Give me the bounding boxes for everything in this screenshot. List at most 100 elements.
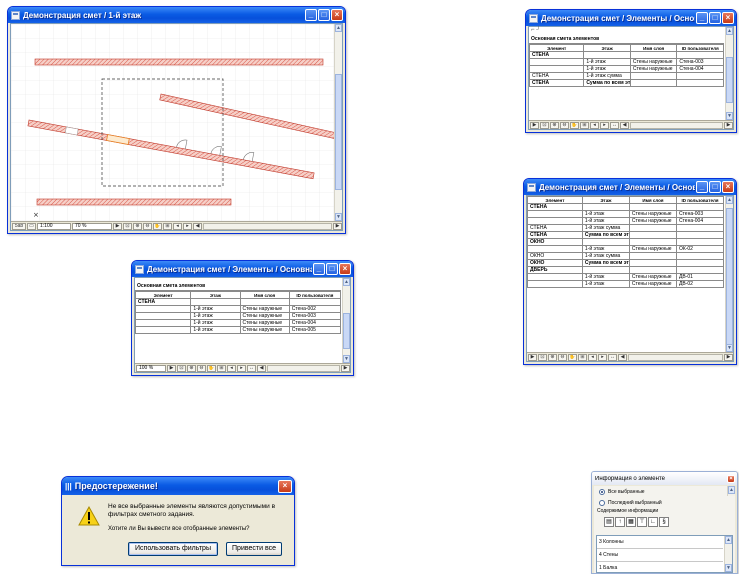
scroll-thumb[interactable] [335, 74, 342, 190]
floor-plan-drawing[interactable]: × [11, 24, 335, 223]
schedule-middle-content[interactable]: Основная смета элементов Элемент Этаж Имя … [134, 277, 351, 373]
pan-hand-icon[interactable]: ✋ [570, 121, 579, 129]
fit-window-icon[interactable]: ⊞ [578, 353, 587, 361]
fit-width-icon[interactable]: ↔ [608, 353, 617, 361]
horizontal-scrollbar[interactable] [630, 121, 723, 129]
zoom-region-icon[interactable]: ⊡ [177, 364, 186, 372]
schedule-top-content[interactable]: ⌐ ┘ Основная смета элементов Элемент Этаж… [528, 26, 734, 130]
show-all-button[interactable]: Привести все [226, 542, 282, 556]
zoom-in-icon[interactable]: ⊕ [550, 121, 559, 129]
fit-width-icon[interactable]: ↔ [610, 121, 619, 129]
radio-button-on[interactable] [599, 488, 605, 495]
table-row[interactable]: 1-й этаж Стены наружные Стена-002 [134, 305, 342, 313]
minimize-button[interactable]: _ [696, 12, 708, 24]
schedule-middle-vertical-scrollbar[interactable]: ▲ ▼ [342, 278, 350, 363]
element-list-scrollbar[interactable]: ▲ ▼ [724, 536, 732, 572]
warning-dialog-titlebar[interactable]: ||| Предостережение! × [62, 477, 294, 495]
angle-info-icon[interactable]: ∟ [648, 517, 658, 527]
scroll-right-arrow[interactable]: ▶ [724, 353, 733, 361]
zoom-out-icon[interactable]: ⊖ [560, 121, 569, 129]
play-icon[interactable]: ▶ [113, 222, 122, 230]
schedule-window-middle-titlebar[interactable]: Демонстрация смет / Элементы / Основная … [132, 261, 353, 277]
zoom-region-icon[interactable]: ⊡ [123, 222, 132, 230]
list-item[interactable]: 1 Балка [597, 562, 723, 573]
zoom-region-icon[interactable]: ⊡ [540, 121, 549, 129]
scroll-up-arrow[interactable]: ▲ [726, 196, 733, 204]
list-item[interactable]: 3 Колонны [597, 536, 723, 549]
scroll-right-arrow[interactable]: ▶ [333, 222, 342, 230]
pan-hand-icon[interactable]: ✋ [207, 364, 216, 372]
palette-top-scrollbar[interactable]: ▲ [727, 486, 735, 496]
horizontal-scrollbar[interactable] [203, 222, 332, 230]
element-info-palette[interactable]: Информация о элементе × Все выбранные По… [591, 471, 738, 574]
scroll-right-arrow[interactable]: ▶ [341, 364, 350, 372]
scroll-left-arrow[interactable]: ◀ [618, 353, 627, 361]
radio-last-selected[interactable]: Последний выбранный [599, 498, 735, 507]
zoom-out-icon[interactable]: ⊖ [143, 222, 152, 230]
table-row[interactable]: 1-й этаж Стены наружные Стена-005 [134, 326, 342, 334]
scroll-thumb[interactable] [726, 208, 733, 348]
radio-all-selected[interactable]: Все выбранные [599, 487, 735, 496]
zoom-field[interactable]: 70 % [72, 222, 112, 230]
scroll-down-arrow[interactable]: ▼ [726, 344, 733, 352]
plan-vertical-scrollbar[interactable]: ▲ ▼ [334, 24, 342, 221]
scroll-up-arrow[interactable]: ▲ [335, 24, 342, 32]
maximize-button[interactable]: □ [709, 181, 721, 193]
document-info-icon[interactable]: ▤ [604, 517, 614, 527]
close-button[interactable]: × [727, 474, 735, 483]
zoom-out-icon[interactable]: ⊖ [197, 364, 206, 372]
table-row[interactable]: СТЕНА [134, 298, 342, 306]
zoom-region-icon[interactable]: ⊡ [538, 353, 547, 361]
close-button[interactable]: × [722, 12, 734, 24]
table-row[interactable]: 1-й этаж Стены наружные Стена-004 [527, 217, 725, 225]
table-row[interactable]: 1-й этаж Стены наружные Стена-004 [528, 65, 724, 73]
table-row[interactable]: ОКНОСумма по всем этажам [527, 259, 725, 267]
schedule-window-top[interactable]: Демонстрация смет / Элементы / Основная.… [525, 9, 737, 133]
table-row[interactable]: СТЕНАСумма по всем этажам [528, 79, 724, 87]
schedule-right-vertical-scrollbar[interactable]: ▲ ▼ [725, 196, 733, 352]
horizontal-scrollbar[interactable] [628, 353, 723, 361]
schedule-window-right-titlebar[interactable]: Демонстрация смет / Элементы / Основная … [524, 179, 736, 195]
scroll-left-arrow[interactable]: ◀ [257, 364, 266, 372]
table-row[interactable]: ДВЕРЬ [527, 266, 725, 274]
element-count-list[interactable]: 3 Колонны 4 Стены 1 Балка ▲ ▼ [596, 535, 733, 573]
table-row[interactable]: 1-й этаж Стены наружные Стена-003 [528, 58, 724, 66]
scroll-left-arrow[interactable]: ◀ [193, 222, 202, 230]
scroll-down-arrow[interactable]: ▼ [725, 564, 732, 572]
table-row[interactable]: 1-й этаж Стены наружные Стена-003 [134, 312, 342, 320]
scroll-thumb[interactable] [726, 57, 733, 103]
fit-width-icon[interactable]: ↔ [247, 364, 256, 372]
next-zoom-icon[interactable]: ▸ [600, 121, 609, 129]
next-zoom-icon[interactable]: ▸ [598, 353, 607, 361]
scroll-up-arrow[interactable]: ▲ [343, 278, 350, 286]
arrow-up-icon[interactable]: ↑ [615, 517, 625, 527]
schedule-top-vertical-scrollbar[interactable]: ▲ ▼ [725, 27, 733, 120]
play-icon[interactable]: ▶ [530, 121, 539, 129]
maximize-button[interactable]: □ [709, 12, 721, 24]
close-button[interactable]: × [339, 263, 351, 275]
zoom-in-icon[interactable]: ⊕ [133, 222, 142, 230]
minimize-button[interactable]: _ [313, 263, 325, 275]
scroll-left-arrow[interactable]: ◀ [620, 121, 629, 129]
horizontal-scrollbar[interactable] [267, 364, 340, 372]
previous-zoom-icon[interactable]: ◂ [227, 364, 236, 372]
zoom-field[interactable]: 100 % [136, 364, 166, 372]
pan-hand-icon[interactable]: ✋ [153, 222, 162, 230]
layers-info-icon[interactable]: ▦ [626, 517, 636, 527]
fit-window-icon[interactable]: ⊞ [163, 222, 172, 230]
scroll-down-arrow[interactable]: ▼ [335, 213, 342, 221]
close-button[interactable]: × [331, 9, 343, 21]
table-row[interactable]: СТЕНА 1-й этаж сумма [527, 224, 725, 232]
previous-zoom-icon[interactable]: ◂ [590, 121, 599, 129]
plan-canvas-area[interactable]: × ▲ ▼ 5ab ▭ 1:100 70 % ▶ ⊡ ⊕ ⊖ ✋ ⊞ ◂ ▸ ◀… [10, 23, 343, 231]
user-info-icon[interactable]: § [659, 517, 669, 527]
height-info-icon[interactable]: ⊤ [637, 517, 647, 527]
close-button[interactable]: × [278, 479, 292, 493]
table-row[interactable]: СТЕНА [527, 203, 725, 211]
scroll-thumb[interactable] [343, 313, 350, 349]
scroll-up-arrow[interactable]: ▲ [728, 486, 735, 494]
schedule-right-content[interactable]: Элемент Этаж Имя слоя ID пользователя СТЕНА… [526, 195, 734, 362]
table-row[interactable]: СТЕНАСумма по всем этажам [527, 231, 725, 239]
plan-window-titlebar[interactable]: Демонстрация смет / 1-й этаж _ □ × [8, 7, 345, 23]
minimize-button[interactable]: _ [305, 9, 317, 21]
